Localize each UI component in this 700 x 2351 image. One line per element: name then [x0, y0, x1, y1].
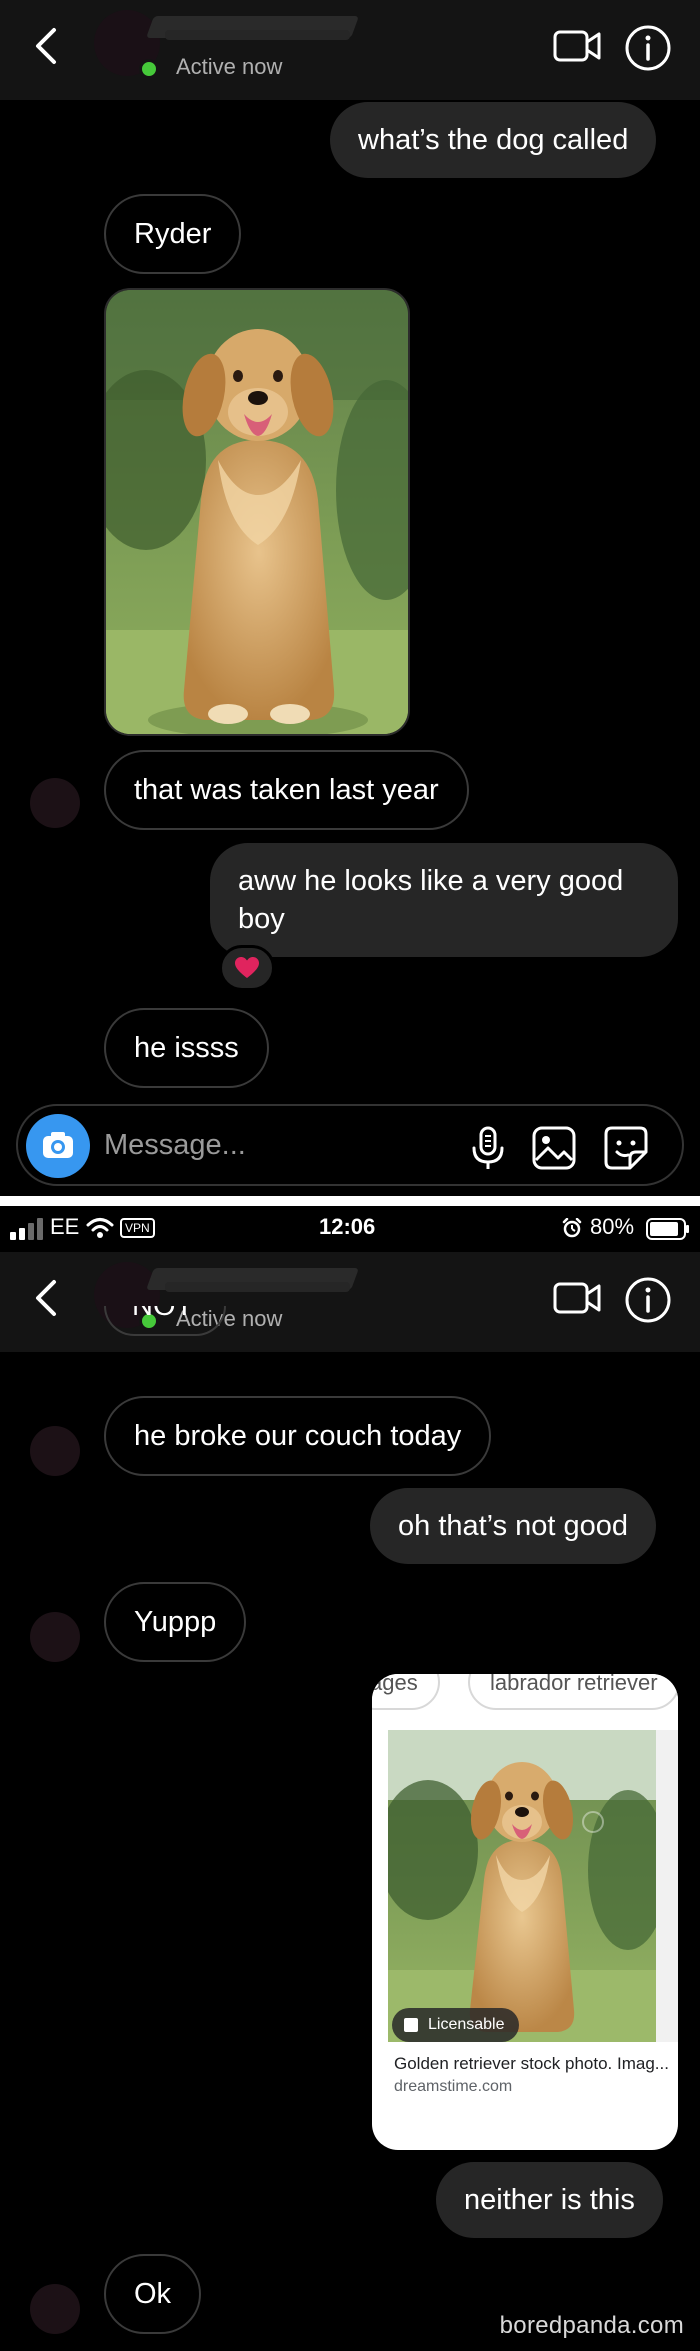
- video-call-icon[interactable]: [553, 1280, 601, 1316]
- back-icon[interactable]: [28, 1278, 68, 1318]
- battery-percent: 80%: [590, 1214, 635, 1239]
- status-bar: EE VPN 12:06 80%: [0, 1206, 700, 1252]
- microphone-icon[interactable]: [464, 1124, 512, 1172]
- golden-retriever-stock-photo: [388, 1730, 656, 2042]
- chat-screen-1: Active now what’s the dog called Ryder t…: [0, 0, 700, 1196]
- shared-image-search-card[interactable]: ages labrador retriever Licensable Golde…: [372, 1674, 678, 2150]
- alarm-icon: [562, 1218, 582, 1238]
- message-input[interactable]: [104, 1124, 464, 1166]
- message-bubble-sent[interactable]: oh that’s not good: [370, 1488, 657, 1564]
- redacted-contact-name-scribble: [165, 30, 350, 40]
- licensable-badge: Licensable: [392, 2008, 519, 2042]
- active-status: Active now: [176, 54, 283, 79]
- info-icon[interactable]: [624, 1276, 672, 1324]
- sender-avatar[interactable]: [30, 1612, 80, 1662]
- message-bubble-received[interactable]: he broke our couch today: [104, 1396, 492, 1476]
- gallery-icon[interactable]: [530, 1124, 578, 1172]
- online-indicator: [139, 59, 159, 79]
- message-bubble-received[interactable]: Yuppp: [104, 1582, 247, 1662]
- camera-icon: [43, 1132, 73, 1158]
- signal-icon: [10, 1218, 43, 1240]
- sender-avatar[interactable]: [30, 2284, 80, 2334]
- source-watermark: boredpanda.com: [499, 2312, 684, 2339]
- result-source: dreamstime.com: [394, 2078, 513, 2095]
- result-title: Golden retriever stock photo. Imag...: [394, 2054, 669, 2073]
- redacted-contact-name-scribble: [165, 1282, 350, 1292]
- message-bubble-received[interactable]: Ryder: [104, 194, 242, 274]
- image-icon: [404, 2018, 418, 2032]
- chat-header: Active now: [0, 0, 700, 100]
- heart-icon: [235, 957, 259, 978]
- sender-avatar[interactable]: [30, 778, 80, 828]
- camera-button[interactable]: [26, 1114, 90, 1178]
- image-side-strip: [656, 1730, 678, 2042]
- heart-reaction[interactable]: [219, 945, 275, 991]
- message-bubble-sent[interactable]: neither is this: [436, 2162, 663, 2238]
- carrier-label: EE: [50, 1214, 80, 1239]
- screenshot-divider: [0, 1196, 700, 1206]
- search-chips: ages labrador retriever: [372, 1674, 678, 1726]
- message-bubble-received[interactable]: Ok: [104, 2254, 202, 2334]
- sticker-icon[interactable]: [602, 1124, 650, 1172]
- message-bubble-received[interactable]: he issss: [104, 1008, 269, 1088]
- licensable-label: Licensable: [428, 2016, 505, 2033]
- info-icon[interactable]: [624, 24, 672, 72]
- message-bubble-sent[interactable]: what’s the dog called: [330, 102, 657, 178]
- message-bubble-received-clipped[interactable]: NOT: [104, 1306, 226, 1336]
- message-bubble-sent[interactable]: aww he looks like a very good boy: [210, 843, 678, 957]
- battery-icon: [646, 1218, 689, 1240]
- wifi-icon: [86, 1218, 114, 1238]
- clipped-message-text: NOT: [132, 1306, 194, 1322]
- chat-header: Active now: [0, 1252, 700, 1352]
- search-chip: ages: [372, 1674, 440, 1710]
- back-icon[interactable]: [28, 26, 68, 66]
- golden-retriever-photo: [106, 290, 408, 734]
- dog-photo-message[interactable]: [104, 288, 410, 736]
- clock: 12:06: [319, 1214, 376, 1239]
- sender-avatar[interactable]: [30, 1426, 80, 1476]
- message-composer: [16, 1104, 684, 1186]
- vpn-badge: VPN: [120, 1218, 155, 1238]
- search-chip: labrador retriever: [468, 1674, 678, 1710]
- message-bubble-received[interactable]: that was taken last year: [104, 750, 469, 830]
- video-call-icon[interactable]: [553, 28, 601, 64]
